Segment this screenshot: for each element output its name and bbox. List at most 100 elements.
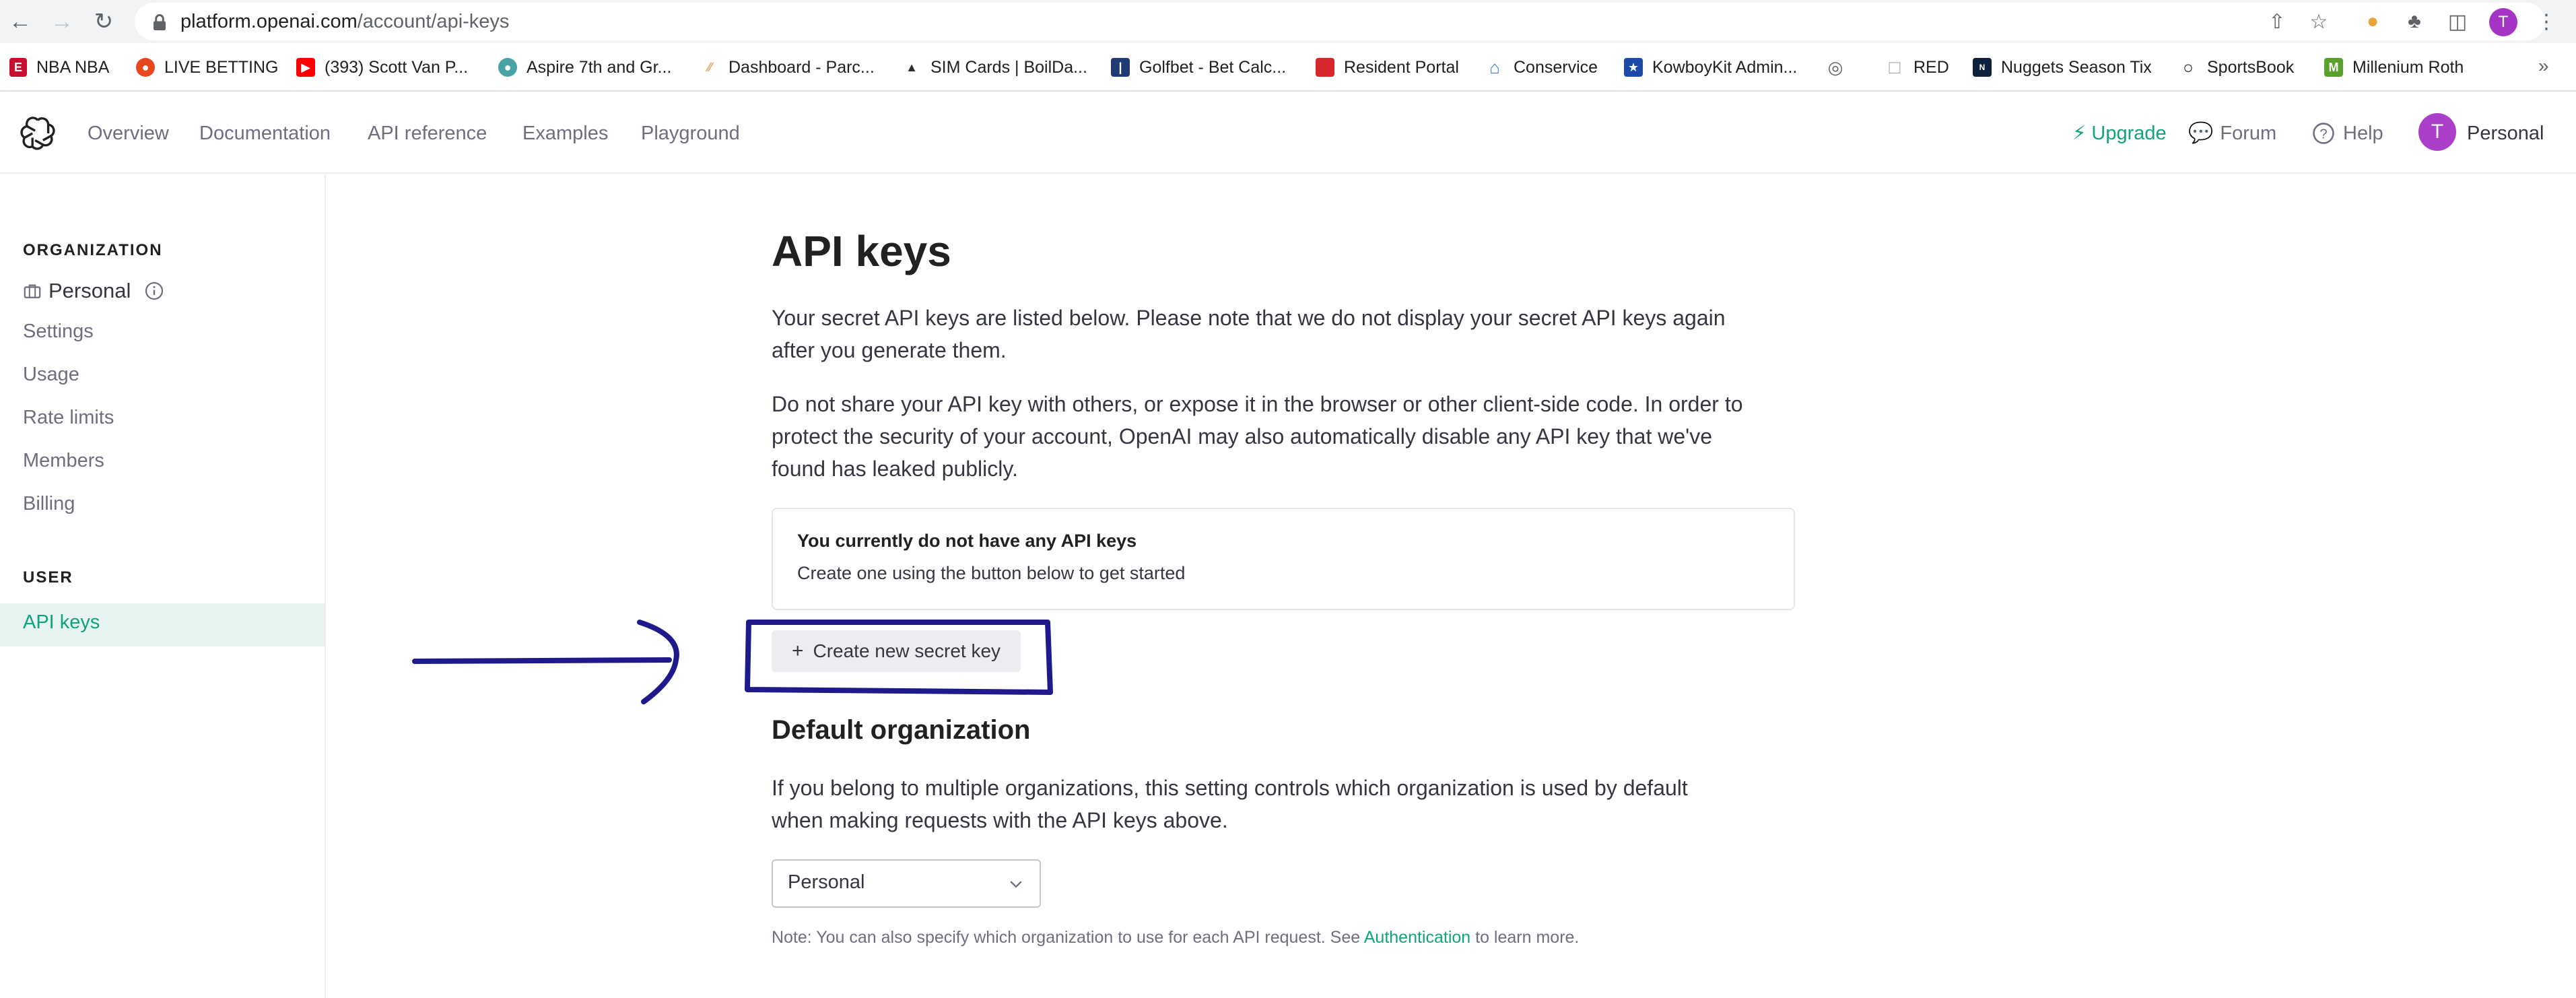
house-icon: ⌂ (1489, 57, 1500, 77)
forum-link[interactable]: 💬 Forum (2188, 120, 2276, 147)
default-organization-heading: Default organization (772, 715, 1031, 745)
parcel-icon: ⁄⁄ (707, 60, 712, 74)
globe-icon: ● (498, 58, 517, 77)
bookmark-item[interactable]: ⌂ Conservice (1485, 55, 1598, 79)
url-path: /account/api-keys (357, 11, 510, 32)
bookmark-label: SportsBook (2207, 57, 2295, 77)
ball-icon: ○ (2183, 57, 2194, 77)
info-icon[interactable] (144, 281, 164, 301)
url-text[interactable]: platform.openai.com/account/api-keys (180, 8, 509, 35)
nav-api-reference[interactable]: API reference (368, 120, 487, 147)
bookmark-item[interactable]: M Millenium Roth (2324, 55, 2464, 79)
forward-icon[interactable]: → (47, 7, 77, 36)
security-line: protect the security of your account, Op… (772, 424, 1713, 448)
intro-line: Your secret API keys are listed below. P… (772, 306, 1726, 330)
bookmark-item[interactable]: ○ SportsBook (2179, 55, 2294, 79)
pga-icon: | (1111, 58, 1130, 77)
bookmark-label: (393) Scott Van P... (325, 57, 469, 77)
nba-icon: E (9, 58, 27, 77)
sidebar-section-organization: ORGANIZATION (23, 241, 163, 259)
intro-paragraph: Your secret API keys are listed below. P… (772, 302, 1802, 366)
authentication-link[interactable]: Authentication (1364, 928, 1470, 947)
svg-text:?: ? (2319, 127, 2327, 142)
bookmark-item[interactable]: Resident Portal (1316, 55, 1459, 79)
bolt-icon: ⚡ (2072, 123, 2087, 144)
create-secret-key-label: Create new secret key (813, 640, 1001, 661)
nav-examples[interactable]: Examples (522, 120, 608, 147)
default-organization-description: If you belong to multiple organizations,… (772, 772, 1802, 836)
bookmark-item[interactable]: ◎ (1826, 55, 1854, 79)
bookmark-item[interactable]: ● LIVE BETTING (136, 55, 278, 79)
puzzle-icon[interactable]: ♣ (2401, 8, 2428, 35)
browser-profile-avatar[interactable]: T (2489, 8, 2517, 36)
empty-state-title: You currently do not have any API keys (797, 531, 1137, 551)
nav-documentation[interactable]: Documentation (199, 120, 331, 147)
bookmark-item[interactable]: ⁄⁄ Dashboard - Parc... (700, 55, 875, 79)
sidebar-item-settings[interactable]: Settings (23, 318, 94, 345)
bookmark-item[interactable]: □ RED (1885, 55, 1949, 79)
bookmark-label: SIM Cards | BoilDa... (930, 57, 1087, 77)
sidebar-item-usage[interactable]: Usage (23, 361, 79, 388)
nav-playground[interactable]: Playground (641, 120, 740, 147)
sidebar-org-switcher[interactable]: Personal (23, 277, 164, 304)
youtube-icon: ▶ (296, 58, 315, 77)
create-secret-key-button[interactable]: + Create new secret key (772, 630, 1021, 672)
lock-icon (154, 14, 166, 30)
bookmark-label: NBA NBA (36, 57, 110, 77)
openai-logo-icon[interactable] (20, 116, 55, 151)
help-circle-icon: ? (2313, 123, 2334, 144)
account-avatar[interactable]: T (2418, 113, 2456, 151)
bookmark-item[interactable]: ▶ (393) Scott Van P... (296, 55, 468, 79)
bookmark-label: Conservice (1514, 57, 1598, 77)
sidebar-item-rate-limits[interactable]: Rate limits (23, 404, 114, 431)
bookmark-item[interactable]: ● Aspire 7th and Gr... (498, 55, 671, 79)
sidebar-org-name: Personal (48, 279, 131, 302)
note-prefix: Note: You can also specify which organiz… (772, 928, 1364, 947)
sidebar-item-members[interactable]: Members (23, 447, 104, 474)
nav-overview[interactable]: Overview (88, 120, 169, 147)
default-org-line: when making requests with the API keys a… (772, 808, 1228, 832)
intro-line: after you generate them. (772, 338, 1007, 362)
bookmark-label: RED (1913, 57, 1949, 77)
select-value: Personal (788, 871, 865, 893)
page-title: API keys (772, 227, 951, 275)
back-icon[interactable]: ← (5, 7, 35, 36)
shield-icon: ★ (1624, 58, 1643, 77)
bookmark-label: Aspire 7th and Gr... (527, 57, 672, 77)
share-icon[interactable]: ⇧ (2264, 8, 2291, 35)
default-org-line: If you belong to multiple organizations,… (772, 776, 1688, 800)
plus-icon: + (791, 640, 804, 662)
bookmark-item[interactable]: ▲ SIM Cards | BoilDa... (902, 55, 1087, 79)
bookmark-label: Nuggets Season Tix (2001, 57, 2152, 77)
sidebar: ORGANIZATION Personal Settings Usage Rat… (0, 174, 326, 998)
annotation-arrow-shaft (412, 657, 672, 664)
empty-state-card: You currently do not have any API keys C… (772, 508, 1795, 610)
kebab-menu-icon[interactable]: ⋮ (2533, 8, 2560, 35)
account-name[interactable]: Personal (2467, 120, 2544, 147)
help-link[interactable]: ? Help (2312, 120, 2383, 147)
default-organization-select[interactable]: Personal (772, 859, 1041, 908)
more-bookmarks-icon[interactable]: » (2538, 55, 2549, 77)
upgrade-label: Upgrade (2091, 123, 2167, 144)
bookmark-item[interactable]: E NBA NBA (9, 55, 109, 79)
world-icon: ◎ (1827, 57, 1843, 77)
upgrade-link[interactable]: ⚡ Upgrade (2072, 120, 2167, 147)
bookmark-item[interactable]: ★ KowboyKit Admin... (1624, 55, 1797, 79)
bookmark-label: Millenium Roth (2352, 57, 2464, 77)
empty-state-subtitle: Create one using the button below to get… (797, 563, 1186, 583)
bookmark-item[interactable]: | Golfbet - Bet Calc... (1111, 55, 1286, 79)
chat-bubble-icon: 💬 (2188, 122, 2214, 144)
extension-icon[interactable]: ● (2359, 8, 2386, 35)
app-header: Overview Documentation API reference Exa… (0, 92, 2576, 174)
star-icon[interactable]: ☆ (2305, 8, 2332, 35)
side-panel-icon[interactable]: ◫ (2444, 8, 2471, 35)
bookmark-label: Dashboard - Parc... (728, 57, 875, 77)
security-line: Do not share your API key with others, o… (772, 392, 1743, 416)
sidebar-item-api-keys[interactable]: API keys (0, 603, 325, 646)
football-icon: ● (136, 58, 155, 77)
reload-icon[interactable]: ↻ (89, 7, 118, 36)
bookmark-item[interactable]: N Nuggets Season Tix (1973, 55, 2152, 79)
nuggets-icon: N (1973, 58, 1992, 77)
sidebar-item-billing[interactable]: Billing (23, 490, 75, 517)
page-icon: □ (1889, 57, 1901, 77)
